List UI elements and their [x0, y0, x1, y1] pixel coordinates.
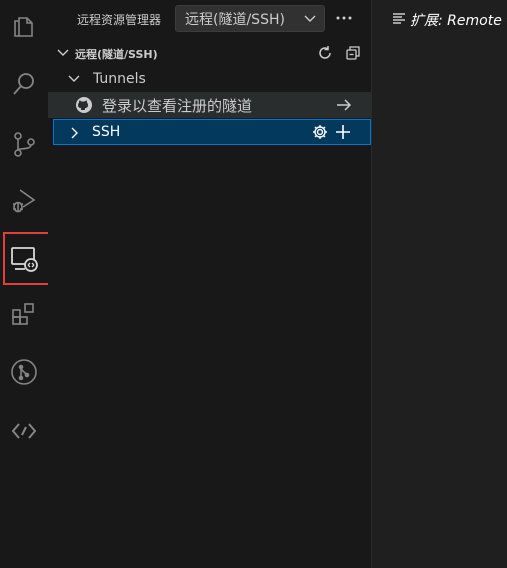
- remote-explorer-sidebar: 远程资源管理器 远程(隧道/SSH) 远程(隧道/SSH) Tunnels 登录…: [48, 0, 372, 568]
- tab-label: 扩展: Remote -: [410, 13, 507, 29]
- refresh-icon[interactable]: [316, 44, 334, 62]
- section-label: 远程(隧道/SSH): [75, 48, 158, 61]
- editor-area: 扩展: Remote -: [373, 0, 507, 568]
- arrow-right-icon[interactable]: [335, 98, 353, 112]
- collapse-all-icon[interactable]: [344, 44, 362, 62]
- plus-icon[interactable]: [334, 123, 352, 141]
- github-icon: [76, 97, 92, 113]
- chevron-down-icon: [68, 75, 80, 82]
- remote-type-dropdown[interactable]: 远程(隧道/SSH): [175, 5, 325, 32]
- sidebar-header: 远程资源管理器 远程(隧道/SSH): [48, 0, 372, 36]
- chevron-down-icon: [57, 49, 69, 56]
- section-header-remote[interactable]: 远程(隧道/SSH): [48, 41, 372, 65]
- gear-icon[interactable]: [311, 123, 329, 141]
- chevron-right-icon: [71, 127, 78, 139]
- dropdown-value: 远程(隧道/SSH): [185, 11, 285, 28]
- login-label: 登录以查看注册的隧道: [102, 97, 253, 115]
- tree-item-login[interactable]: 登录以查看注册的隧道: [48, 92, 372, 118]
- preview-icon: [393, 13, 405, 24]
- editor-tab-extension[interactable]: 扩展: Remote -: [373, 0, 507, 38]
- sidebar-title: 远程资源管理器: [77, 13, 162, 27]
- search-icon[interactable]: [0, 60, 48, 108]
- tree-item-ssh[interactable]: SSH: [53, 119, 371, 145]
- ssh-label: SSH: [92, 124, 121, 140]
- tunnels-label: Tunnels: [93, 71, 146, 87]
- run-debug-icon[interactable]: [0, 176, 48, 224]
- explorer-icon[interactable]: [0, 2, 48, 50]
- source-control-icon[interactable]: [0, 120, 48, 168]
- tree-item-tunnels[interactable]: Tunnels: [48, 66, 372, 92]
- activity-bar: [0, 0, 67, 568]
- ellipsis-icon[interactable]: [334, 8, 354, 28]
- extensions-icon[interactable]: [0, 291, 48, 339]
- chevron-down-icon: [304, 15, 316, 22]
- git-graph-icon[interactable]: [0, 348, 48, 396]
- remote-code-icon[interactable]: [0, 407, 48, 455]
